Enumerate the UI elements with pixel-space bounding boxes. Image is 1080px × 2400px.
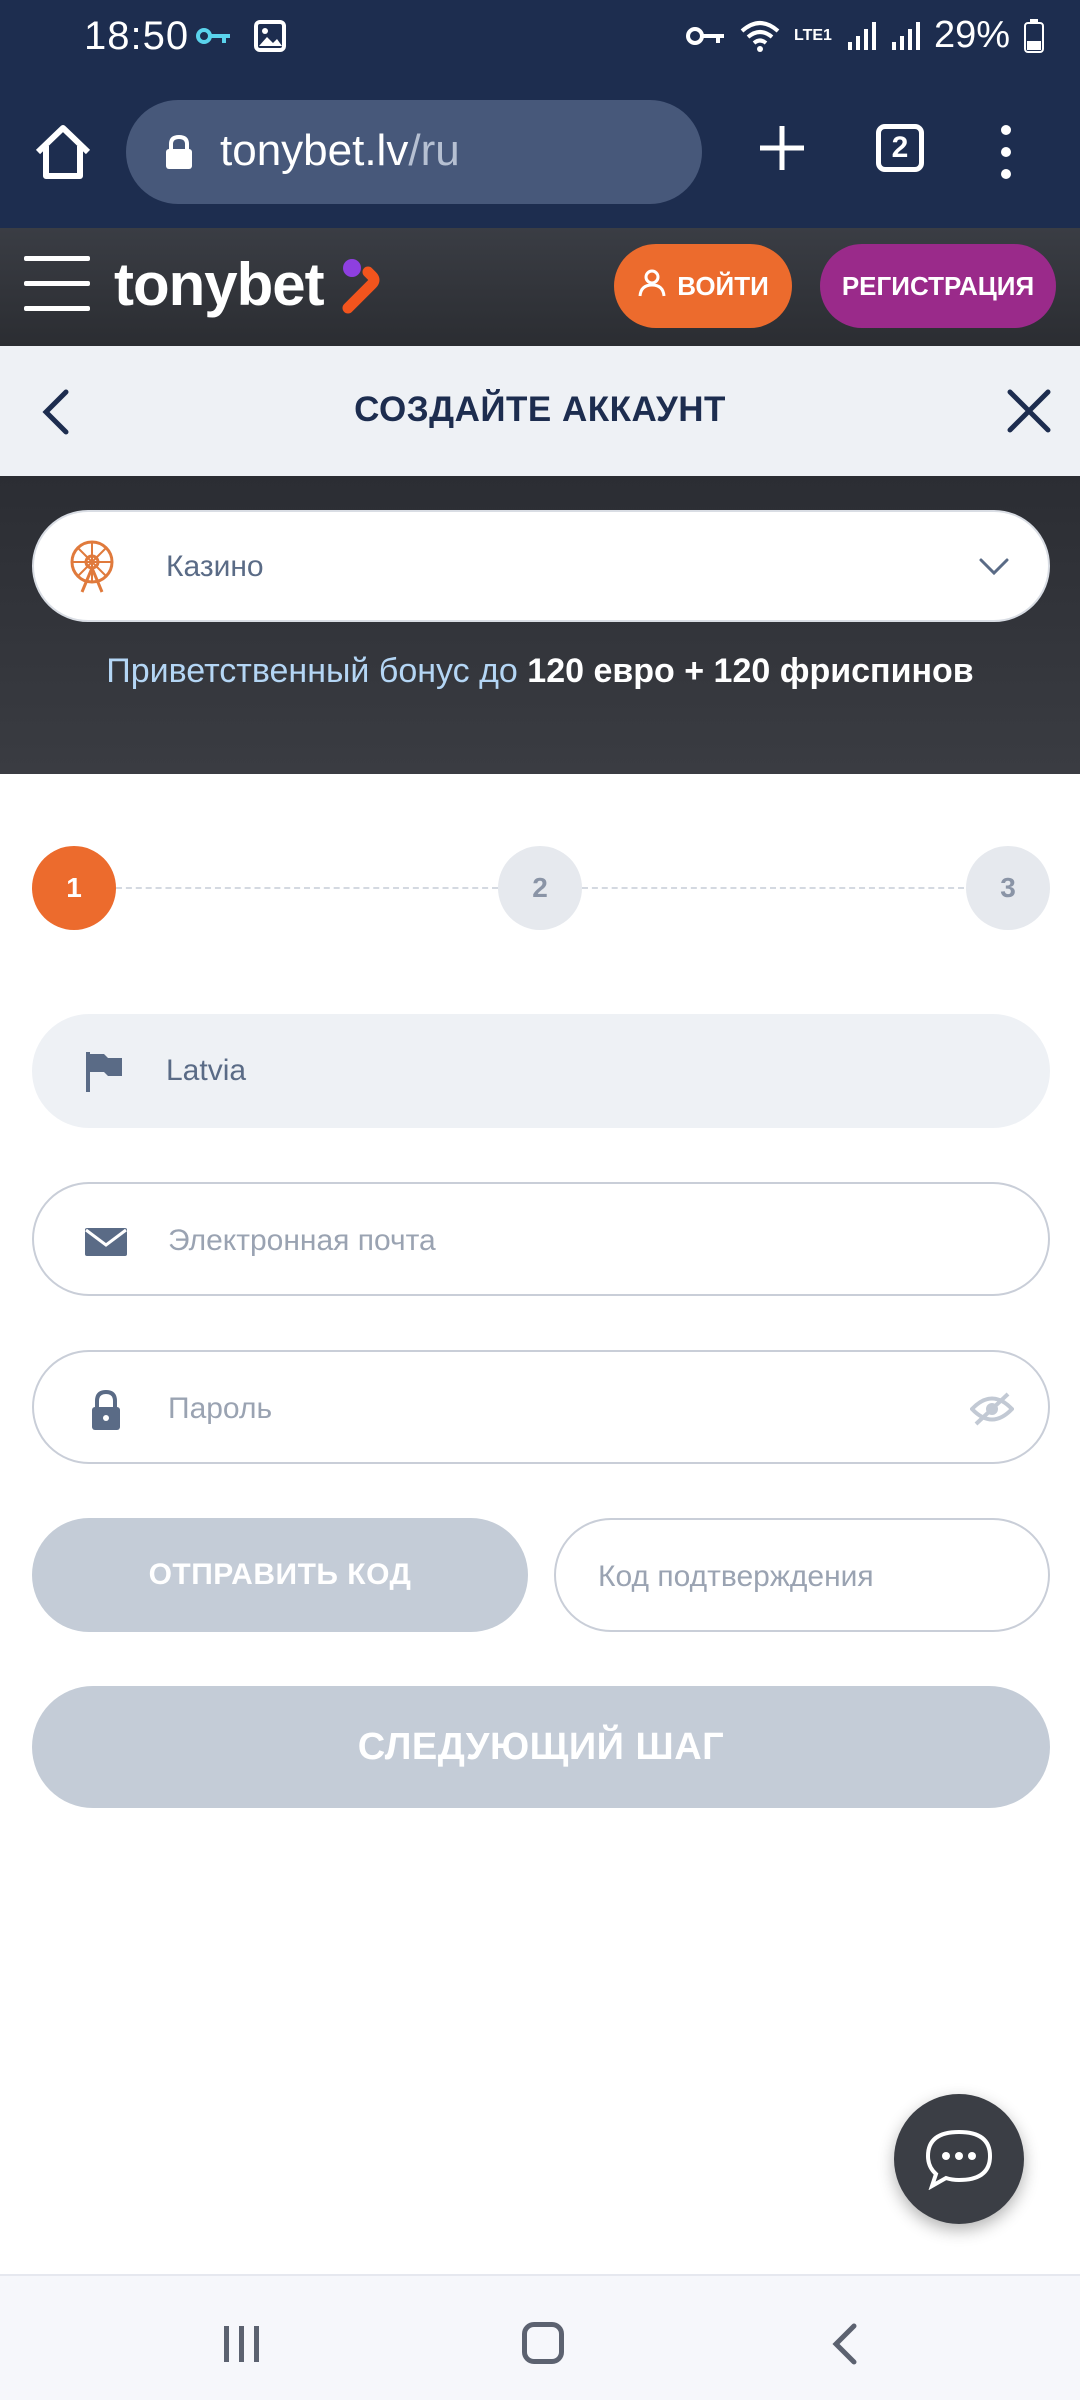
- step-2: 2: [498, 846, 582, 930]
- chat-bubble-icon: [925, 2129, 993, 2190]
- browser-toolbar: tonybet.lv/ru 2: [0, 96, 1080, 208]
- more-options-icon[interactable]: [990, 122, 1022, 182]
- hamburger-menu-icon[interactable]: [24, 256, 90, 316]
- ferris-wheel-icon: [64, 538, 120, 594]
- status-time: 18:50: [84, 14, 190, 58]
- close-icon[interactable]: [1006, 388, 1052, 434]
- system-home-icon[interactable]: [522, 2322, 564, 2364]
- eye-off-icon[interactable]: [969, 1390, 1015, 1428]
- step-3: 3: [966, 846, 1050, 930]
- lock-icon: [84, 1388, 128, 1432]
- browser-chrome: 18:50 LTE1 29% tonybet.lv/ru 2: [0, 0, 1080, 228]
- vpn-key-icon: [686, 24, 726, 48]
- battery-icon: [1024, 18, 1044, 53]
- next-step-button[interactable]: СЛЕДУЮЩИЙ ШАГ: [32, 1686, 1050, 1808]
- home-icon[interactable]: [30, 120, 96, 186]
- system-navigation-bar: [0, 2274, 1080, 2400]
- system-back-icon[interactable]: [830, 2322, 860, 2366]
- email-placeholder: Электронная почта: [168, 1224, 436, 1257]
- product-select-value: Казино: [166, 550, 264, 583]
- send-code-button[interactable]: ОТПРАВИТЬ КОД: [32, 1518, 528, 1632]
- status-bar: 18:50 LTE1 29%: [0, 0, 1080, 76]
- password-placeholder: Пароль: [168, 1392, 273, 1425]
- stepper-line: [582, 887, 964, 889]
- status-left-icons: [196, 20, 286, 52]
- secure-lock-icon: [164, 134, 194, 175]
- chat-button[interactable]: [894, 2094, 1024, 2224]
- dialog-titlebar: СОЗДАЙТЕ АККАУНТ: [0, 346, 1080, 476]
- stepper-line: [116, 887, 498, 889]
- register-button[interactable]: РЕГИСТРАЦИЯ: [820, 244, 1056, 328]
- key-icon: [196, 26, 232, 46]
- password-field[interactable]: Пароль: [32, 1350, 1050, 1464]
- battery-percent: 29%: [933, 14, 1010, 56]
- volte-icon: LTE1: [794, 26, 832, 44]
- status-right-icons: LTE1 29%: [686, 14, 1044, 57]
- user-icon: [637, 268, 667, 305]
- code-placeholder: Код подтверждения: [598, 1560, 874, 1593]
- confirmation-code-input[interactable]: Код подтверждения: [554, 1518, 1050, 1632]
- bonus-text-amount: 120 евро + 120 фриспинов: [527, 652, 974, 690]
- wifi-icon: [740, 19, 780, 53]
- url-path: /ru: [408, 126, 460, 175]
- bonus-section: Казино Приветственный бонус до 120 евро …: [0, 476, 1080, 774]
- address-bar[interactable]: tonybet.lv/ru: [126, 100, 702, 204]
- signal-icon-2: [890, 20, 920, 52]
- product-select[interactable]: Казино: [32, 510, 1050, 622]
- chevron-down-icon: [978, 556, 1010, 578]
- url-domain: tonybet.lv: [220, 126, 409, 175]
- tab-switcher-button[interactable]: 2: [876, 124, 924, 172]
- email-field[interactable]: Электронная почта: [32, 1182, 1050, 1296]
- gallery-icon: [254, 20, 286, 52]
- welcome-bonus-text: Приветственный бонус до 120 евро + 120 ф…: [60, 648, 1020, 694]
- logo-mark-icon: [340, 258, 384, 314]
- recent-apps-icon[interactable]: [222, 2324, 262, 2364]
- signal-icon-1: [846, 20, 876, 52]
- tonybet-logo[interactable]: tonybet: [114, 250, 325, 319]
- country-value: Latvia: [166, 1054, 247, 1087]
- login-label: ВОЙТИ: [677, 270, 769, 301]
- envelope-icon: [84, 1220, 128, 1264]
- step-1: 1: [32, 846, 116, 930]
- bonus-text-prefix: Приветственный бонус до: [106, 652, 528, 690]
- site-header: tonybet ВОЙТИ РЕГИСТРАЦИЯ: [0, 228, 1080, 346]
- flag-icon: [82, 1050, 126, 1094]
- url-text: tonybet.lv/ru: [220, 126, 460, 176]
- country-field[interactable]: Latvia: [32, 1014, 1050, 1128]
- new-tab-icon[interactable]: [752, 118, 812, 178]
- login-button[interactable]: ВОЙТИ: [614, 244, 792, 328]
- page-title: СОЗДАЙТЕ АККАУНТ: [354, 390, 726, 429]
